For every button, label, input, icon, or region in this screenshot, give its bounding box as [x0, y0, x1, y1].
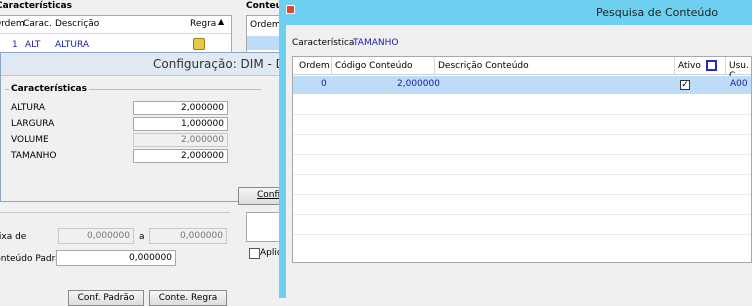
field-input[interactable]: 2,000000 — [133, 149, 228, 163]
aplic-checkbox[interactable] — [249, 248, 260, 259]
conteudo-selected-row — [247, 36, 281, 50]
col-divider[interactable] — [434, 57, 435, 74]
caracteristicas-grid-header: Ordem Carac. Descrição Regra ▲ — [0, 16, 231, 34]
row-descricao: ALTURA — [55, 40, 90, 50]
field-input[interactable]: 2,000000 — [133, 101, 228, 115]
field-input[interactable]: 1,000000 — [133, 117, 228, 131]
config-dialog-titlebar: Configuração: DIM - DIM — [1, 53, 299, 76]
select-all-checkbox[interactable] — [706, 60, 717, 71]
row-carac: ALT — [25, 40, 41, 50]
col-ativo[interactable]: Ativo — [678, 61, 701, 71]
pesquisa-dialog-title: Pesquisa de Conteúdo — [596, 6, 719, 19]
rule-icon[interactable] — [193, 38, 205, 50]
col-ordem[interactable]: Ordem — [0, 19, 25, 29]
table-row[interactable]: 1 ALT ALTURA — [0, 36, 215, 50]
row-ativo-checkbox[interactable]: ✓ — [680, 80, 690, 90]
field-input[interactable]: 2,000000 — [133, 133, 228, 147]
caracteristica-label: Característica — [292, 38, 355, 48]
lower-separator — [0, 212, 230, 213]
col-regra[interactable]: Regra — [190, 19, 216, 29]
row-ordem: 1 — [12, 40, 18, 50]
scroll-up-icon[interactable]: ▲ — [218, 17, 224, 26]
caracteristicas-title: Características — [0, 1, 72, 11]
row-divider — [293, 214, 751, 215]
conteudo-col-ordem[interactable]: Ordem — [250, 20, 281, 30]
row-ordem: 0 — [321, 79, 327, 89]
col-ordem[interactable]: Ordem — [299, 61, 330, 71]
col-descricao[interactable]: Descrição — [55, 19, 99, 29]
row-divider — [293, 194, 751, 195]
config-dialog: Configuração: DIM - DIM Características … — [0, 52, 299, 205]
field-label: TAMANHO — [11, 151, 57, 161]
row-divider — [293, 234, 751, 235]
conteudo-lower-box — [246, 212, 282, 242]
conte-regra-button[interactable]: Conte. Regra — [149, 290, 227, 306]
caracteristica-value: TAMANHO — [353, 38, 399, 48]
field-label: ALTURA — [11, 103, 46, 113]
faixa-sep: a — [139, 232, 145, 242]
caracteristicas-grid: Ordem Carac. Descrição Regra ▲ 1 ALT ALT… — [0, 15, 232, 57]
row-divider — [293, 134, 751, 135]
row-divider — [293, 114, 751, 115]
row-divider — [293, 154, 751, 155]
conteudo-results-grid: Ordem Código Conteúdo Descrição Conteúdo… — [292, 56, 752, 263]
results-header: Ordem Código Conteúdo Descrição Conteúdo… — [293, 57, 751, 81]
col-divider[interactable] — [725, 57, 726, 74]
field-label: VOLUME — [11, 135, 49, 145]
col-descricao-conteudo[interactable]: Descrição Conteúdo — [438, 61, 529, 71]
padrao-field[interactable]: 0,000000 — [56, 250, 176, 266]
config-group-title: Características — [9, 84, 89, 94]
row-usu: A00 — [730, 79, 748, 89]
row-codigo: 2,000000 — [397, 79, 440, 89]
pesquisa-dialog: Pesquisa de Conteúdo Característica TAMA… — [279, 0, 752, 298]
col-divider[interactable] — [674, 57, 675, 74]
col-codigo-conteudo[interactable]: Código Conteúdo — [335, 61, 413, 71]
field-label: LARGURA — [11, 119, 55, 129]
row-divider — [293, 174, 751, 175]
faixa-from-field[interactable]: 0,000000 — [58, 228, 134, 244]
table-row[interactable]: 0 2,000000 ✓ A00 — [293, 76, 751, 94]
app-icon — [286, 5, 295, 14]
conf-padrao-button[interactable]: Conf. Padrão — [68, 290, 144, 306]
confirm-label: Confi — [257, 190, 281, 200]
faixa-label: Faixa de — [0, 232, 27, 242]
faixa-to-field[interactable]: 0,000000 — [149, 228, 227, 244]
config-dialog-title: Configuração: DIM - DIM — [153, 57, 299, 71]
col-carac[interactable]: Carac. — [23, 19, 52, 29]
col-divider[interactable] — [331, 57, 332, 74]
